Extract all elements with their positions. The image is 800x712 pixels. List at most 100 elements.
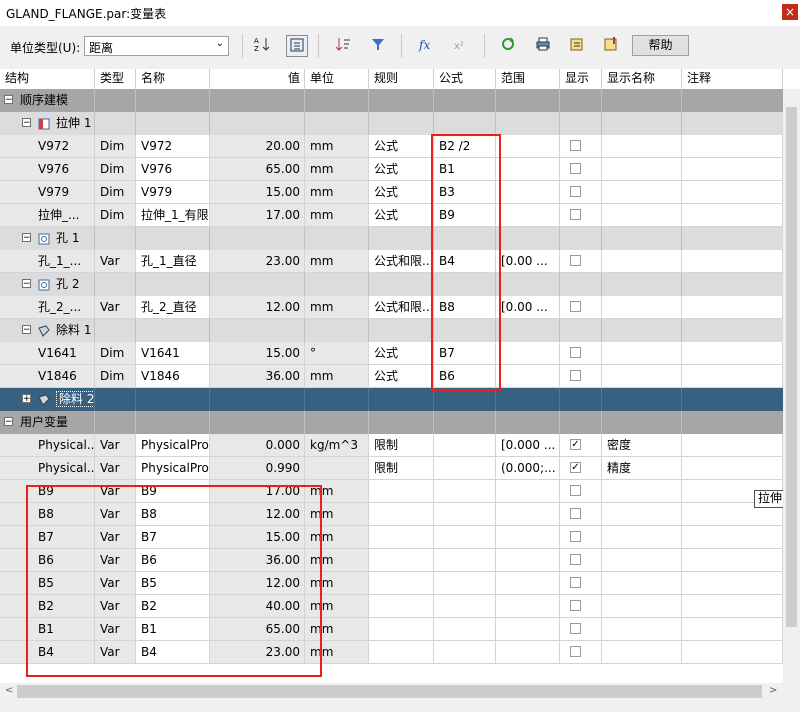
structure-cell[interactable]: 除料 1 [36, 319, 95, 342]
cell-rule[interactable]: 公式和限... [369, 296, 434, 319]
cell-type[interactable]: Var [95, 250, 136, 273]
cell-display-name[interactable] [602, 296, 682, 319]
collapse-icon[interactable]: − [22, 279, 31, 289]
cell-display-name[interactable] [602, 641, 682, 664]
cell-unit[interactable]: ° [305, 342, 369, 365]
cell-name[interactable]: 孔_2_直径 [136, 296, 210, 319]
cell-rule[interactable]: 限制 [369, 434, 434, 457]
cell-name[interactable]: B1 [136, 618, 210, 641]
cell-type[interactable]: Var [95, 296, 136, 319]
cell-rule[interactable]: 公式 [369, 158, 434, 181]
cell-type[interactable]: Dim [95, 342, 136, 365]
sort-filter-icon[interactable] [332, 35, 354, 57]
cell-note[interactable] [682, 365, 783, 388]
collapse-icon[interactable]: − [22, 118, 31, 128]
cell-formula[interactable]: B2 /2 [434, 135, 496, 158]
cell-name[interactable]: B8 [136, 503, 210, 526]
table-row[interactable]: B5 Var B5 12.00 mm [0, 572, 800, 595]
cell-rule[interactable] [369, 618, 434, 641]
cell-show[interactable] [560, 526, 602, 549]
cell-rule[interactable] [369, 503, 434, 526]
table-row[interactable]: B1 Var B1 65.00 mm [0, 618, 800, 641]
cell-unit[interactable]: mm [305, 181, 369, 204]
cell-type[interactable]: Dim [95, 365, 136, 388]
cell-unit[interactable]: mm [305, 158, 369, 181]
collapse-icon[interactable]: − [22, 325, 31, 335]
cell-show[interactable] [560, 250, 602, 273]
table-row[interactable]: Physical...VarPhysicalPro...0.990 限制 (0.00… [0, 457, 800, 480]
cell-structure[interactable]: B6 [0, 549, 95, 572]
print-icon[interactable] [532, 35, 554, 57]
horizontal-scroll-thumb[interactable] [17, 685, 762, 698]
cell-structure[interactable]: B9 [0, 480, 95, 503]
cell-value[interactable]: 36.00 [210, 365, 305, 388]
cell-unit[interactable]: mm [305, 250, 369, 273]
cell-name[interactable]: V1641 [136, 342, 210, 365]
cell-formula[interactable] [434, 618, 496, 641]
structure-cell[interactable]: 顺序建模 [18, 89, 95, 112]
cell-value[interactable]: 17.00 [210, 204, 305, 227]
cell-value[interactable]: 12.00 [210, 503, 305, 526]
cell-value[interactable]: 12.00 [210, 572, 305, 595]
cell-display-name[interactable] [602, 181, 682, 204]
show-checkbox[interactable] [570, 646, 581, 657]
cell-rule[interactable]: 公式 [369, 342, 434, 365]
scroll-right-icon[interactable]: > [769, 685, 777, 696]
cell-unit[interactable]: kg/m^3 [305, 434, 369, 457]
cell-unit[interactable]: mm [305, 595, 369, 618]
export-icon[interactable] [566, 35, 588, 57]
cell-formula[interactable]: B8 [434, 296, 496, 319]
cell-name[interactable]: PhysicalPro... [136, 457, 210, 480]
group-row[interactable]: − 顺序建模 [0, 89, 800, 112]
cell-name[interactable]: B9 [136, 480, 210, 503]
cell-range[interactable] [496, 480, 560, 503]
show-checkbox[interactable] [570, 531, 581, 542]
cell-range[interactable]: [0.00 ... [496, 296, 560, 319]
cell-type[interactable]: Var [95, 572, 136, 595]
feature-row[interactable]: − 除料 1 [0, 319, 800, 342]
sort-az-icon[interactable]: AZ [251, 35, 273, 57]
cell-display-name[interactable] [602, 618, 682, 641]
cell-structure[interactable]: B4 [0, 641, 95, 664]
cell-display-name[interactable] [602, 135, 682, 158]
cell-structure[interactable]: V979 [0, 181, 95, 204]
cell-show[interactable] [560, 503, 602, 526]
show-checkbox[interactable] [570, 554, 581, 565]
table-row[interactable]: V1846 Dim V1846 36.00 mm 公式 B6 [0, 365, 800, 388]
cell-name[interactable]: V979 [136, 181, 210, 204]
feature-row[interactable]: − 孔 2 [0, 273, 800, 296]
feature-row[interactable]: − 拉伸 1 [0, 112, 800, 135]
cell-name[interactable]: V976 [136, 158, 210, 181]
table-row[interactable]: Physical...VarPhysicalPro...0.000kg/m^3限… [0, 434, 800, 457]
table-row[interactable]: V976 Dim V976 65.00 mm 公式 B1 [0, 158, 800, 181]
cell-note[interactable] [682, 158, 783, 181]
cell-formula[interactable] [434, 457, 496, 480]
cell-formula[interactable] [434, 503, 496, 526]
cell-formula[interactable]: B7 [434, 342, 496, 365]
cell-display-name[interactable] [602, 480, 682, 503]
header-col-type[interactable]: 类型 [95, 69, 136, 89]
unit-type-select[interactable]: 距离 ⌄ [84, 36, 229, 56]
cell-type[interactable]: Var [95, 526, 136, 549]
cell-rule[interactable]: 公式 [369, 204, 434, 227]
cell-rule[interactable]: 公式和限... [369, 250, 434, 273]
cell-range[interactable] [496, 365, 560, 388]
show-checkbox[interactable]: ✓ [570, 462, 581, 473]
cell-show[interactable] [560, 618, 602, 641]
header-col-note[interactable]: 注释 [682, 69, 783, 89]
cell-structure[interactable]: B2 [0, 595, 95, 618]
cell-display-name[interactable] [602, 365, 682, 388]
cell-range[interactable] [496, 181, 560, 204]
table-row[interactable]: 孔_2_... Var 孔_2_直径 12.00 mm 公式和限... B8 [0.00 ..… [0, 296, 800, 319]
tree-view-icon[interactable] [286, 35, 308, 57]
import-icon[interactable] [600, 35, 622, 57]
cell-note[interactable] [682, 342, 783, 365]
cell-rule[interactable] [369, 595, 434, 618]
cell-range[interactable] [496, 618, 560, 641]
table-row[interactable]: B2 Var B2 40.00 mm [0, 595, 800, 618]
cell-note[interactable] [682, 296, 783, 319]
cell-rule[interactable]: 限制 [369, 457, 434, 480]
table-row[interactable]: B7 Var B7 15.00 mm [0, 526, 800, 549]
header-col-formula[interactable]: 公式 [434, 69, 496, 89]
feature-row[interactable]: + 除料 2 [0, 388, 800, 411]
